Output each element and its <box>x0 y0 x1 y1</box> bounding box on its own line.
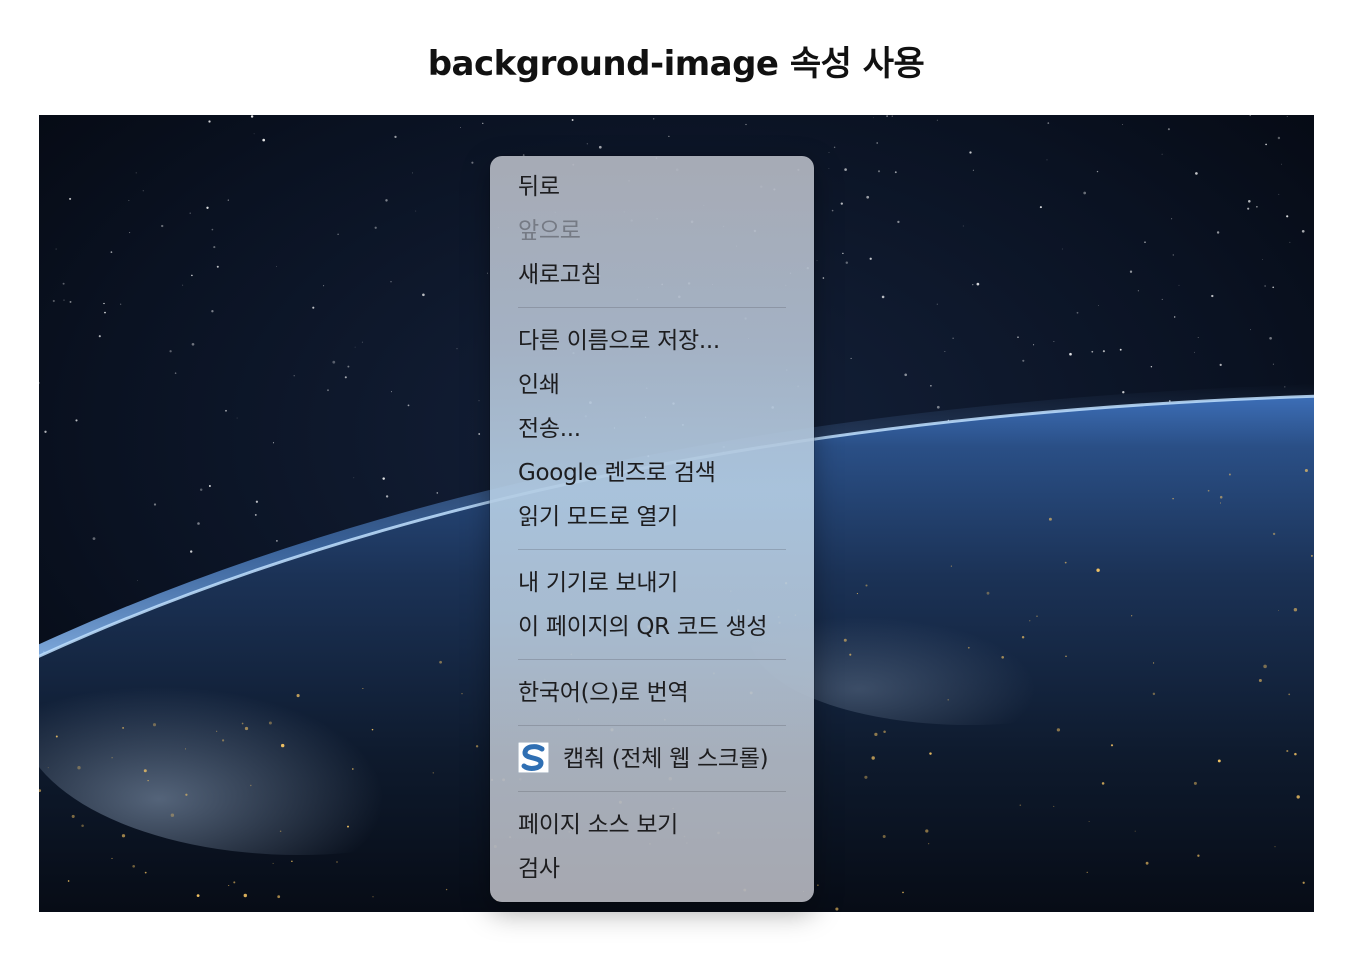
menu-item-label: 내 기기로 보내기 <box>518 570 679 596</box>
context-menu: 뒤로앞으로새로고침다른 이름으로 저장... 인쇄전송... Google 렌즈로 … <box>490 156 814 902</box>
menu-item[interactable]: 페이지 소스 보기 <box>490 803 814 847</box>
menu-item[interactable]: 캡춰 (전체 웹 스크롤) <box>490 737 814 781</box>
s-extension-icon <box>518 742 549 773</box>
menu-item-label: 캡춰 (전체 웹 스크롤) <box>563 746 769 772</box>
menu-item[interactable]: 내 기기로 보내기 <box>490 561 814 605</box>
menu-item[interactable]: 이 페이지의 QR 코드 생성 <box>490 605 814 649</box>
menu-item: 앞으로 <box>490 209 814 253</box>
menu-separator <box>518 549 786 550</box>
menu-separator <box>518 791 786 792</box>
page: background-image 속성 사용 뒤로 앞으로 새로고침 다른 이름… <box>0 0 1372 958</box>
menu-separator <box>518 725 786 726</box>
menu-item[interactable]: 다른 이름으로 저장... <box>490 319 814 363</box>
menu-item-label: 한국어(으)로 번역 <box>518 680 689 706</box>
menu-separator <box>518 659 786 660</box>
page-title: background-image 속성 사용 <box>427 44 925 84</box>
menu-item-label: 이 페이지의 QR 코드 생성 <box>518 614 768 640</box>
menu-item[interactable]: 전송... <box>490 407 814 451</box>
menu-item-label: 전송... <box>518 416 581 442</box>
menu-item[interactable]: 새로고침 <box>490 253 814 297</box>
menu-item-label: 인쇄 <box>518 372 560 398</box>
menu-item[interactable]: 읽기 모드로 열기 <box>490 495 814 539</box>
menu-separator <box>518 307 786 308</box>
menu-item-label: Google 렌즈로 검색 <box>518 460 716 486</box>
menu-item-label: 뒤로 <box>518 174 560 200</box>
menu-item-label: 페이지 소스 보기 <box>518 812 679 838</box>
menu-item[interactable]: 한국어(으)로 번역 <box>490 671 814 715</box>
menu-item[interactable]: 인쇄 <box>490 363 814 407</box>
menu-item[interactable]: 검사 <box>490 847 814 891</box>
menu-item-label: 검사 <box>518 856 560 882</box>
menu-item[interactable]: 뒤로 <box>490 165 814 209</box>
menu-item[interactable]: Google 렌즈로 검색 <box>490 451 814 495</box>
menu-item-label: 앞으로 <box>518 218 581 244</box>
menu-item-label: 읽기 모드로 열기 <box>518 504 679 530</box>
menu-item-label: 새로고침 <box>518 262 602 288</box>
menu-item-label: 다른 이름으로 저장... <box>518 328 720 354</box>
